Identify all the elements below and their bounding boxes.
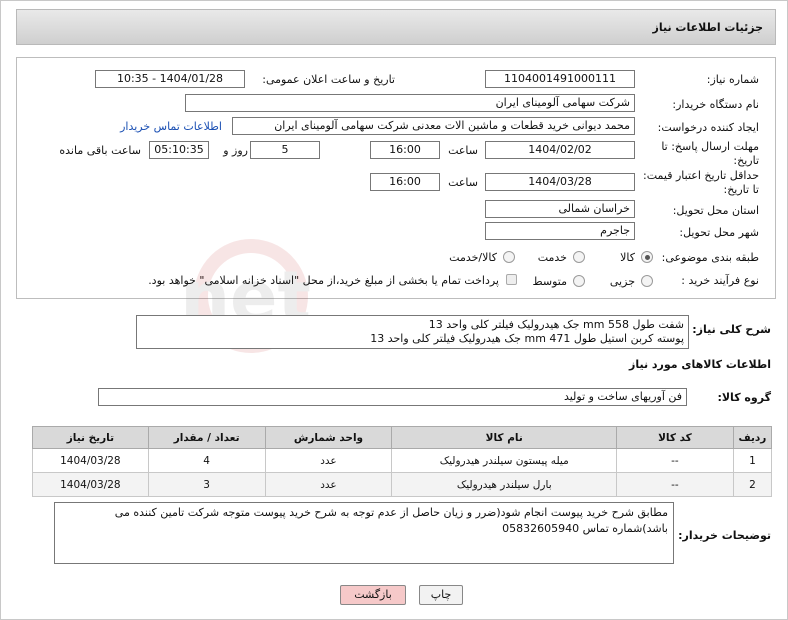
goods-group-label: گروه کالا:	[717, 391, 771, 404]
creator-field: محمد دیوانی خرید قطعات و ماشین الات معدن…	[232, 117, 635, 135]
print-button[interactable]: چاپ	[419, 585, 463, 605]
city-label: شهر محل تحویل:	[679, 226, 759, 239]
announce-label: تاریخ و ساعت اعلان عمومی:	[262, 73, 395, 86]
col-unit: واحد شمارش	[264, 426, 393, 449]
table-header-row: ردیف کد کالا نام کالا واحد شمارش تعداد /…	[32, 426, 773, 449]
validity-label-2: تا تاریخ:	[723, 183, 759, 196]
cell-index: 1	[732, 448, 773, 473]
process-medium-radio[interactable]	[573, 275, 585, 287]
cell-qty: 3	[147, 472, 266, 497]
process-minor-label: جزیی	[609, 275, 635, 288]
days-label: روز و	[223, 144, 248, 157]
validity-date-field: 1404/03/28	[485, 173, 635, 191]
city-field: جاجرم	[485, 222, 635, 240]
validity-label: حداقل تاریخ اعتبار قیمت:	[643, 169, 759, 182]
col-qty: تعداد / مقدار	[147, 426, 266, 449]
need-info-panel: شماره نیاز: 1104001491000111 تاریخ و ساع…	[16, 57, 776, 299]
cell-index: 2	[732, 472, 773, 497]
province-field: خراسان شمالی	[485, 200, 635, 218]
table-row: 1 -- میله پیستون سیلندر هیدرولیک عدد 4 1…	[32, 448, 773, 473]
col-index: ردیف	[732, 426, 773, 449]
cell-date: 1404/03/28	[32, 472, 149, 497]
col-code: کد کالا	[616, 426, 734, 449]
need-number-label: شماره نیاز:	[706, 73, 759, 86]
category-goods-radio[interactable]	[641, 251, 653, 263]
notes-box: مطابق شرح خرید پیوست انجام شود(ضرر و زیا…	[54, 502, 674, 564]
remaining-label: ساعت باقی مانده	[59, 144, 141, 157]
cell-unit: عدد	[264, 448, 393, 473]
cell-code: --	[616, 448, 734, 473]
validity-time-label: ساعت	[448, 176, 478, 189]
title-bar: جزئیات اطلاعات نیاز	[16, 9, 776, 45]
category-label: طبقه بندی موضوعی:	[661, 251, 759, 264]
deadline-label: مهلت ارسال پاسخ: تا	[661, 140, 759, 153]
deadline-date-field: 1404/02/02	[485, 141, 635, 159]
category-service-label: خدمت	[537, 251, 567, 264]
col-date: تاریخ نیاز	[32, 426, 149, 449]
cell-qty: 4	[147, 448, 266, 473]
deadline-time-field: 16:00	[370, 141, 440, 159]
cell-name: بارل سیلندر هیدرولیک	[391, 472, 618, 497]
table-row: 2 -- بارل سیلندر هیدرولیک عدد 3 1404/03/…	[32, 472, 773, 497]
back-button[interactable]: بازگشت	[340, 585, 406, 605]
buyer-org-field: شرکت سهامی آلومینای ایران	[185, 94, 635, 112]
deadline-time-label: ساعت	[448, 144, 478, 157]
page-title: جزئیات اطلاعات نیاز	[652, 21, 764, 34]
cell-unit: عدد	[264, 472, 393, 497]
need-number-field: 1104001491000111	[485, 70, 635, 88]
remaining-time-field: 05:10:35	[149, 141, 209, 159]
province-label: استان محل تحویل:	[672, 204, 759, 217]
cell-name: میله پیستون سیلندر هیدرولیک	[391, 448, 618, 473]
description-line-2: پوسته کربن استیل طول 471 mm جک هیدرولیک …	[370, 332, 684, 345]
days-field: 5	[250, 141, 320, 159]
treasury-checkbox[interactable]	[506, 274, 517, 285]
process-minor-radio[interactable]	[641, 275, 653, 287]
process-label: نوع فرآیند خرید :	[681, 274, 759, 287]
payment-note: پرداخت تمام یا بخشی از مبلغ خرید،از محل …	[148, 274, 499, 287]
description-label: شرح کلی نیاز:	[692, 323, 771, 336]
cell-code: --	[616, 472, 734, 497]
creator-label: ایجاد کننده درخواست:	[657, 121, 759, 134]
description-line-1: شفت طول 558 mm جک هیدرولیک فیلتر کلی واح…	[428, 318, 684, 331]
goods-section-title: اطلاعات کالاهای مورد نیاز	[629, 358, 771, 371]
announce-field: 1404/01/28 - 10:35	[95, 70, 245, 88]
description-box: شفت طول 558 mm جک هیدرولیک فیلتر کلی واح…	[136, 315, 689, 349]
contact-info-link[interactable]: اطلاعات تماس خریدار	[120, 120, 222, 133]
category-both-label: کالا/خدمت	[449, 251, 497, 264]
goods-table: ردیف کد کالا نام کالا واحد شمارش تعداد /…	[32, 426, 773, 497]
goods-group-field: فن آوریهای ساخت و تولید	[98, 388, 687, 406]
need-details-page: جزئیات اطلاعات نیاز شماره نیاز: 11040014…	[0, 0, 788, 620]
category-service-radio[interactable]	[573, 251, 585, 263]
validity-time-field: 16:00	[370, 173, 440, 191]
buyer-org-label: نام دستگاه خریدار:	[672, 98, 759, 111]
notes-label: توضیحات خریدار:	[678, 529, 771, 542]
process-medium-label: متوسط	[532, 275, 567, 288]
col-name: نام کالا	[391, 426, 618, 449]
category-goods-label: کالا	[620, 251, 635, 264]
category-both-radio[interactable]	[503, 251, 515, 263]
cell-date: 1404/03/28	[32, 448, 149, 473]
deadline-label-2: تاریخ:	[733, 154, 759, 167]
